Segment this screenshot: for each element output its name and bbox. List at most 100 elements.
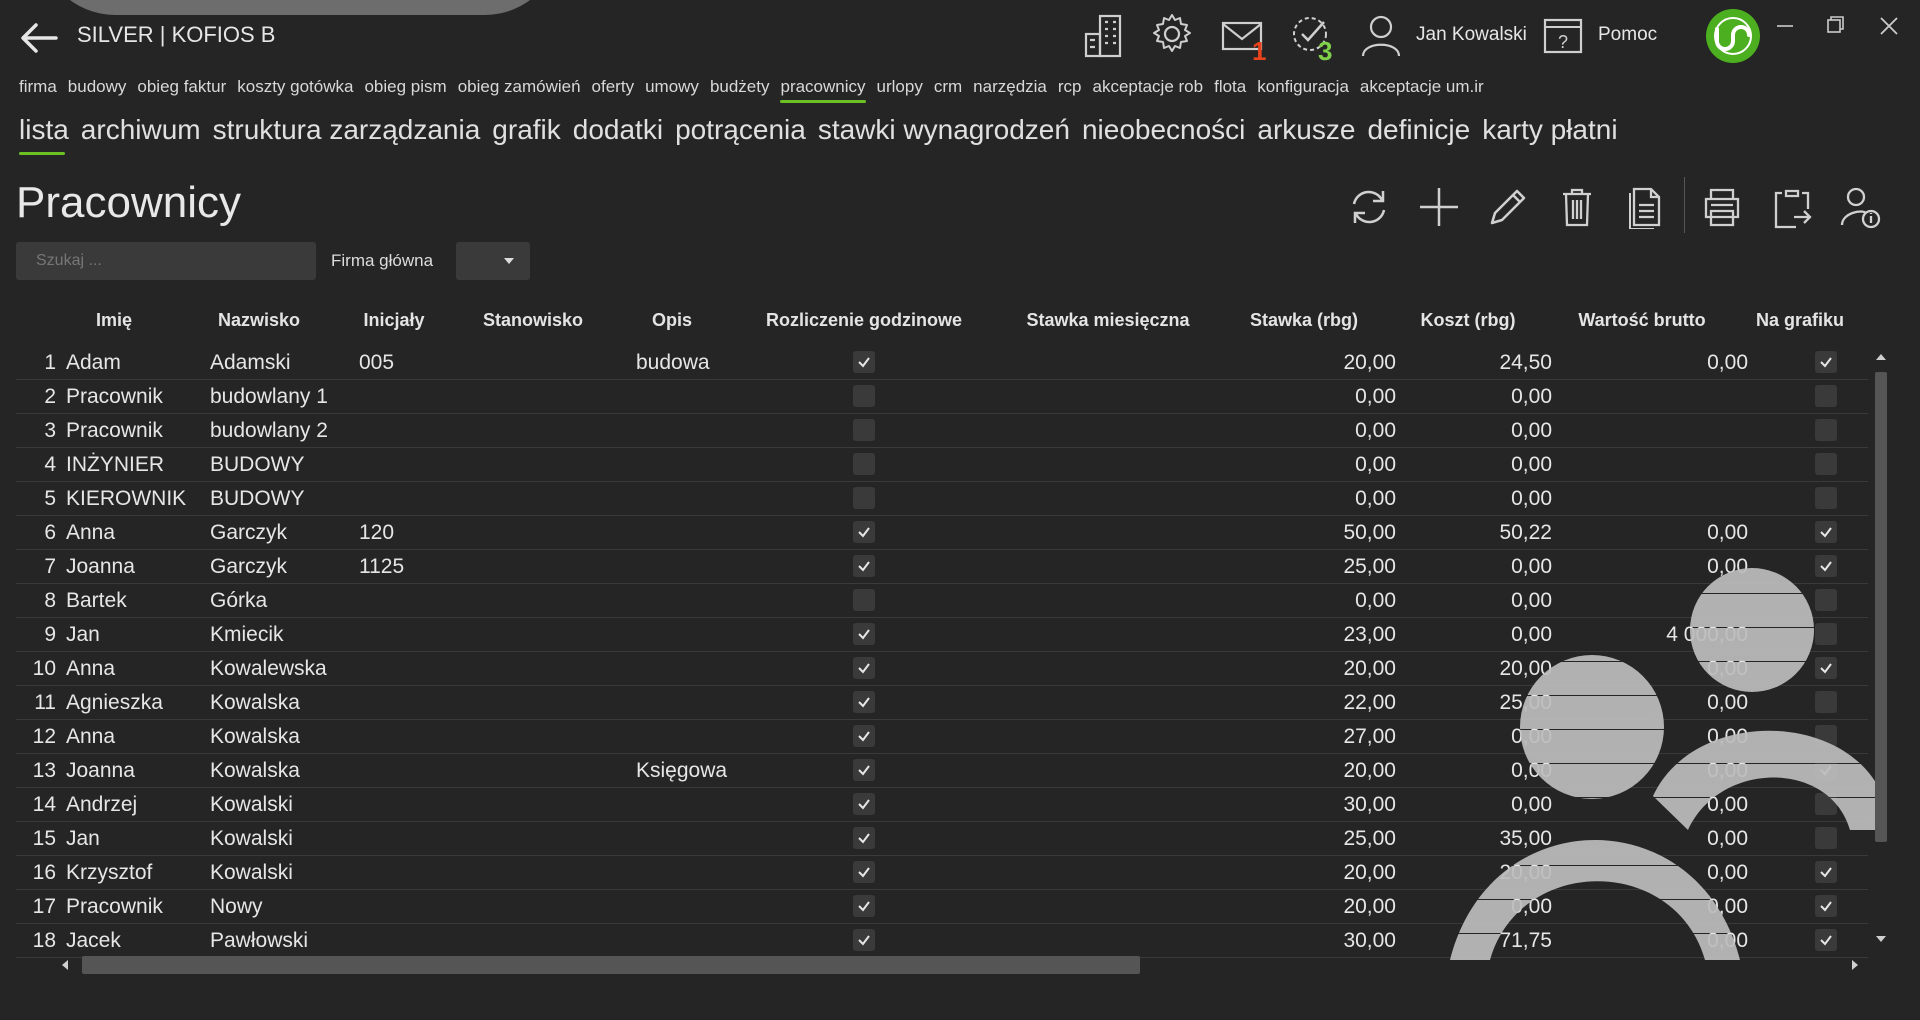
table-row[interactable]: 1 Adam Adamski 005 budowa 20,00 24,50 0,00 <box>16 345 1868 380</box>
menu-item-narzedzia[interactable]: narzędzia <box>973 77 1047 97</box>
checkbox-na-grafiku[interactable] <box>1815 487 1837 509</box>
menu-item-urlopy[interactable]: urlopy <box>877 77 923 97</box>
menu-item-umowy[interactable]: umowy <box>645 77 699 97</box>
column-header-stanowisko[interactable]: Stanowisko <box>483 310 583 331</box>
table-row[interactable]: 15 Jan Kowalski 25,00 35,00 0,00 <box>16 821 1868 856</box>
checkbox-na-grafiku[interactable] <box>1815 521 1837 543</box>
table-row[interactable]: 18 Jacek Pawłowski 30,00 71,75 0,00 <box>16 923 1868 958</box>
tab-arkusze[interactable]: arkusze <box>1257 114 1355 146</box>
checkbox-rozliczenie[interactable] <box>853 657 875 679</box>
checkbox-rozliczenie[interactable] <box>853 385 875 407</box>
checkbox-rozliczenie[interactable] <box>853 793 875 815</box>
delete-icon[interactable] <box>1555 185 1599 229</box>
checkbox-na-grafiku[interactable] <box>1815 555 1837 577</box>
edit-icon[interactable] <box>1486 185 1530 229</box>
horizontal-scroll-thumb[interactable] <box>82 956 1140 974</box>
checkbox-na-grafiku[interactable] <box>1815 657 1837 679</box>
building-icon[interactable] <box>1083 12 1125 58</box>
checkbox-rozliczenie[interactable] <box>853 555 875 577</box>
column-header-stawka-rbg[interactable]: Stawka (rbg) <box>1250 310 1358 331</box>
table-row[interactable]: 16 Krzysztof Kowalski 20,00 20,00 0,00 <box>16 855 1868 890</box>
menu-item-koszty-gotowka[interactable]: koszty gotówka <box>237 77 353 97</box>
table-row[interactable]: 5 KIEROWNIK BUDOWY 0,00 0,00 <box>16 481 1868 516</box>
vertical-scroll-thumb[interactable] <box>1875 372 1887 842</box>
checkbox-rozliczenie[interactable] <box>853 725 875 747</box>
back-arrow-icon[interactable] <box>18 18 62 58</box>
menu-item-budowy[interactable]: budowy <box>68 77 127 97</box>
clipboard-export-icon[interactable] <box>1770 185 1814 229</box>
add-icon[interactable] <box>1417 185 1461 229</box>
checkbox-na-grafiku[interactable] <box>1815 351 1837 373</box>
tab-dodatki[interactable]: dodatki <box>573 114 663 146</box>
checkbox-na-grafiku[interactable] <box>1815 827 1837 849</box>
user-info-icon[interactable] <box>1838 185 1882 229</box>
tab-definicje[interactable]: definicje <box>1367 114 1470 146</box>
table-row[interactable]: 4 INŻYNIER BUDOWY 0,00 0,00 <box>16 447 1868 482</box>
checkbox-rozliczenie[interactable] <box>853 691 875 713</box>
checkbox-rozliczenie[interactable] <box>853 453 875 475</box>
column-header-na-grafiku[interactable]: Na grafiku <box>1756 310 1844 331</box>
menu-item-pracownicy[interactable]: pracownicy <box>780 77 866 103</box>
tab-lista[interactable]: lista <box>19 114 69 155</box>
checkbox-na-grafiku[interactable] <box>1815 759 1837 781</box>
checkbox-na-grafiku[interactable] <box>1815 895 1837 917</box>
user-name[interactable]: Jan Kowalski <box>1416 24 1527 46</box>
checkbox-rozliczenie[interactable] <box>853 351 875 373</box>
help-label[interactable]: Pomoc <box>1598 24 1657 46</box>
tab-struktura-zarzadzania[interactable]: struktura zarządzania <box>213 114 481 146</box>
checkbox-rozliczenie[interactable] <box>853 419 875 441</box>
checkbox-rozliczenie[interactable] <box>853 623 875 645</box>
menu-item-obieg-zamowien[interactable]: obieg zamówień <box>458 77 581 97</box>
minimize-icon[interactable] <box>1770 14 1800 38</box>
column-header-rozliczenie[interactable]: Rozliczenie godzinowe <box>766 310 962 331</box>
checkbox-rozliczenie[interactable] <box>853 759 875 781</box>
table-row[interactable]: 10 Anna Kowalewska 20,00 20,00 0,00 <box>16 651 1868 686</box>
table-row[interactable]: 13 Joanna Kowalska Księgowa 20,00 0,00 0,00 <box>16 753 1868 788</box>
table-row[interactable]: 14 Andrzej Kowalski 30,00 0,00 0,00 <box>16 787 1868 822</box>
table-row[interactable]: 12 Anna Kowalska 27,00 0,00 0,00 <box>16 719 1868 754</box>
user-icon[interactable] <box>1360 13 1402 57</box>
checkbox-na-grafiku[interactable] <box>1815 929 1837 951</box>
menu-item-konfiguracja[interactable]: konfiguracja <box>1257 77 1349 97</box>
tab-archiwum[interactable]: archiwum <box>81 114 201 146</box>
checkbox-na-grafiku[interactable] <box>1815 589 1837 611</box>
checkbox-rozliczenie[interactable] <box>853 929 875 951</box>
column-header-nazwisko[interactable]: Nazwisko <box>218 310 300 331</box>
table-row[interactable]: 6 Anna Garczyk 120 50,00 50,22 0,00 <box>16 515 1868 550</box>
checkbox-na-grafiku[interactable] <box>1815 725 1837 747</box>
document-icon[interactable] <box>1624 185 1668 229</box>
tab-karty-platni[interactable]: karty płatni <box>1482 114 1617 146</box>
table-row[interactable]: 8 Bartek Górka 0,00 0,00 <box>16 583 1868 618</box>
checkbox-na-grafiku[interactable] <box>1815 623 1837 645</box>
checkbox-rozliczenie[interactable] <box>853 589 875 611</box>
tab-grafik[interactable]: grafik <box>492 114 560 146</box>
table-row[interactable]: 2 Pracownik budowlany 1 0,00 0,00 <box>16 379 1868 414</box>
table-row[interactable]: 7 Joanna Garczyk 1125 25,00 0,00 0,00 <box>16 549 1868 584</box>
column-header-stawka-miesieczna[interactable]: Stawka miesięczna <box>1026 310 1189 331</box>
checkbox-na-grafiku[interactable] <box>1815 419 1837 441</box>
checkbox-rozliczenie[interactable] <box>853 827 875 849</box>
checkbox-rozliczenie[interactable] <box>853 895 875 917</box>
print-icon[interactable] <box>1700 185 1744 229</box>
column-header-koszt-rbg[interactable]: Koszt (rbg) <box>1421 310 1516 331</box>
settings-gear-icon[interactable] <box>1150 12 1194 56</box>
table-row[interactable]: 9 Jan Kmiecik 23,00 0,00 4 000,00 <box>16 617 1868 652</box>
menu-item-flota[interactable]: flota <box>1214 77 1246 97</box>
column-header-wartosc-brutto[interactable]: Wartość brutto <box>1578 310 1705 331</box>
checkbox-na-grafiku[interactable] <box>1815 691 1837 713</box>
checkbox-rozliczenie[interactable] <box>853 521 875 543</box>
tab-potracenia[interactable]: potrącenia <box>675 114 806 146</box>
menu-item-oferty[interactable]: oferty <box>592 77 635 97</box>
table-row[interactable]: 3 Pracownik budowlany 2 0,00 0,00 <box>16 413 1868 448</box>
checkbox-na-grafiku[interactable] <box>1815 385 1837 407</box>
tab-stawki-wynagrodzen[interactable]: stawki wynagrodzeń <box>818 114 1070 146</box>
menu-item-akceptacje-umir[interactable]: akceptacje um.ir <box>1360 77 1484 97</box>
checkbox-na-grafiku[interactable] <box>1815 861 1837 883</box>
menu-item-obieg-pism[interactable]: obieg pism <box>364 77 446 97</box>
menu-item-budzety[interactable]: budżety <box>710 77 770 97</box>
menu-item-rcp[interactable]: rcp <box>1058 77 1082 97</box>
menu-item-firma[interactable]: firma <box>19 77 57 97</box>
menu-item-obieg-faktur[interactable]: obieg faktur <box>137 77 226 97</box>
column-header-imie[interactable]: Imię <box>96 310 132 331</box>
tab-nieobecnosci[interactable]: nieobecności <box>1082 114 1245 146</box>
